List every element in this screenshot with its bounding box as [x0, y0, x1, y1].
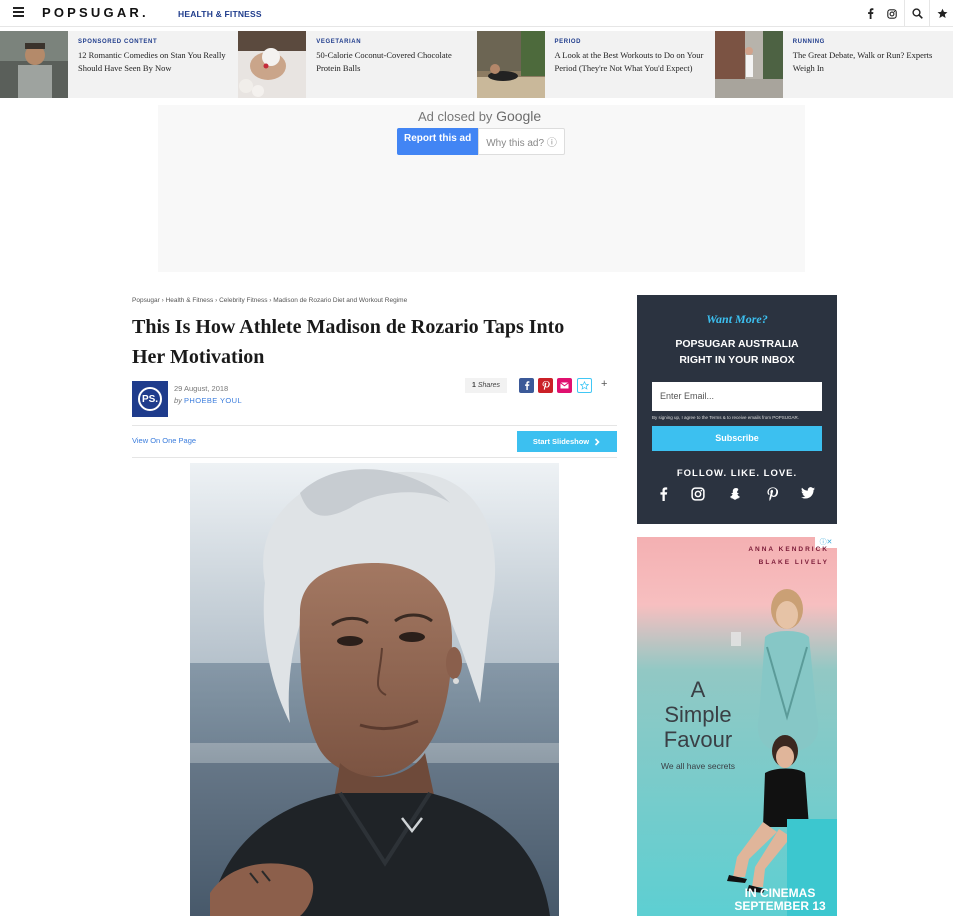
facebook-icon[interactable] [659, 487, 668, 504]
nav-icons [859, 0, 953, 27]
trending-kicker: VEGETARIAN [316, 39, 362, 45]
trending-thumbnail[interactable] [476, 31, 545, 98]
breadcrumb-item[interactable]: Celebrity Fitness [219, 297, 267, 304]
menu-icon[interactable] [13, 7, 24, 17]
instagram-icon[interactable] [881, 0, 903, 27]
author-link[interactable]: PHOEBE YOUL [184, 396, 242, 405]
star-icon[interactable] [931, 0, 953, 27]
trending-thumbnail[interactable] [0, 31, 68, 98]
breadcrumb-item[interactable]: Health & Fitness [166, 297, 214, 304]
newsletter-fine-print: By signing up, I agree to the Terms & to… [652, 415, 799, 420]
trending-title[interactable]: 12 Romantic Comedies on Stan You Really … [78, 49, 228, 74]
breadcrumb: Popsugar › Health & Fitness › Celebrity … [132, 297, 408, 304]
ad-closed-text: Ad closed by [418, 109, 493, 124]
divider [132, 457, 617, 458]
view-on-one-page-link[interactable]: View On One Page [132, 436, 196, 445]
share-pinterest-button[interactable] [538, 378, 553, 393]
trending-strip: SPONSORED CONTENT 12 Romantic Comedies o… [0, 31, 953, 98]
avatar[interactable]: PS. [132, 381, 168, 417]
instagram-icon[interactable] [691, 487, 706, 504]
nav-divider [929, 0, 930, 27]
share-email-button[interactable] [557, 378, 572, 393]
byline-prefix: by [174, 396, 182, 405]
share-facebook-button[interactable] [519, 378, 534, 393]
site-logo[interactable]: POPSUGAR. [42, 5, 149, 20]
chevron-right-icon [595, 437, 600, 446]
movie-title: A Simple Favour [643, 677, 753, 752]
movie-ad[interactable]: ⓘ✕ ANNA KENDRICK BLAKE LIVELY A Simple F… [637, 537, 837, 916]
twitter-icon[interactable] [801, 487, 816, 504]
avatar-logo: PS. [138, 387, 162, 411]
movie-title-line: Simple [664, 702, 732, 727]
follow-heading: FOLLOW. LIKE. LOVE. [676, 468, 798, 479]
why-this-ad-button[interactable]: Why this ad? ⓘ [478, 128, 565, 155]
nav-divider [904, 0, 905, 27]
report-ad-button[interactable]: Report this ad [397, 128, 479, 155]
newsletter-kicker: Want More? [706, 312, 768, 326]
movie-actor: BLAKE LIVELY [758, 559, 829, 566]
movie-release-line: SEPTEMBER 13 [734, 899, 826, 913]
trending-card[interactable]: SPONSORED CONTENT 12 Romantic Comedies o… [0, 31, 239, 98]
start-slideshow-button[interactable]: Start Slideshow [517, 431, 617, 452]
trending-title[interactable]: A Look at the Best Workouts to Do on You… [555, 49, 705, 74]
newsletter-widget: Want More? POPSUGAR AUSTRALIA RIGHT IN Y… [637, 295, 837, 524]
athlete-portrait [190, 463, 559, 916]
ad-closed-notice: Ad closed by Google [418, 108, 541, 124]
more-share-icon[interactable]: + [601, 378, 607, 390]
share-count-label: Shares [477, 382, 501, 389]
page-title: This Is How Athlete Madison de Rozario T… [132, 316, 565, 368]
trending-title[interactable]: The Great Debate, Walk or Run? Experts W… [793, 49, 943, 74]
facebook-icon[interactable] [859, 0, 881, 27]
trending-card[interactable]: PERIOD A Look at the Best Workouts to Do… [476, 31, 715, 98]
facebook-icon [524, 381, 529, 390]
email-icon [560, 382, 569, 389]
social-links [637, 487, 837, 504]
movie-title-line: A [690, 677, 706, 702]
section-link[interactable]: HEALTH & FITNESS [178, 9, 262, 19]
trending-kicker: RUNNING [792, 39, 825, 45]
movie-tagline: We all have secrets [660, 761, 735, 771]
ad-slot: Ad closed by Google Report this ad Why t… [158, 105, 805, 272]
newsletter-heading-line: RIGHT IN YOUR INBOX [679, 354, 795, 366]
divider [132, 425, 617, 426]
trending-kicker: SPONSORED CONTENT [78, 39, 158, 45]
star-icon [580, 381, 589, 390]
trending-title[interactable]: 50-Calorie Coconut-Covered Chocolate Pro… [316, 49, 466, 74]
byline: by PHOEBE YOUL [174, 396, 242, 405]
subscribe-button[interactable]: Subscribe [652, 426, 822, 451]
trending-card[interactable]: RUNNING The Great Debate, Walk or Run? E… [714, 31, 953, 98]
save-star-button[interactable] [577, 378, 592, 393]
breadcrumb-item[interactable]: Madison de Rozario Diet and Workout Regi… [273, 297, 407, 304]
movie-release: IN CINEMAS SEPTEMBER 13 [725, 887, 835, 913]
trending-thumbnail[interactable] [714, 31, 783, 98]
share-count: 1 Shares [465, 378, 507, 393]
trending-card[interactable]: VEGETARIAN 50-Calorie Coconut-Covered Ch… [238, 31, 477, 98]
trending-thumbnail[interactable] [238, 31, 307, 98]
search-icon[interactable] [906, 0, 928, 27]
start-slideshow-label: Start Slideshow [532, 437, 590, 446]
trending-kicker: PERIOD [554, 39, 582, 45]
pinterest-icon [542, 381, 550, 390]
movie-credits: ANNA KENDRICK BLAKE LIVELY [748, 543, 829, 569]
hero-image[interactable] [190, 463, 559, 916]
share-count-number: 1 [471, 382, 476, 389]
top-nav: POPSUGAR. HEALTH & FITNESS [0, 0, 953, 27]
email-field[interactable]: Enter Email... [652, 382, 822, 411]
newsletter-heading-line: POPSUGAR AUSTRALIA [675, 338, 799, 350]
snapchat-icon[interactable] [729, 487, 743, 504]
ad-closed-brand: Google [496, 108, 542, 124]
newsletter-heading: POPSUGAR AUSTRALIA RIGHT IN YOUR INBOX [637, 336, 837, 368]
movie-title-line: Favour [663, 727, 733, 752]
pinterest-icon[interactable] [767, 487, 778, 504]
publish-date: 29 August, 2018 [174, 384, 229, 393]
movie-actor: ANNA KENDRICK [748, 546, 829, 553]
breadcrumb-item[interactable]: Popsugar [132, 297, 160, 304]
